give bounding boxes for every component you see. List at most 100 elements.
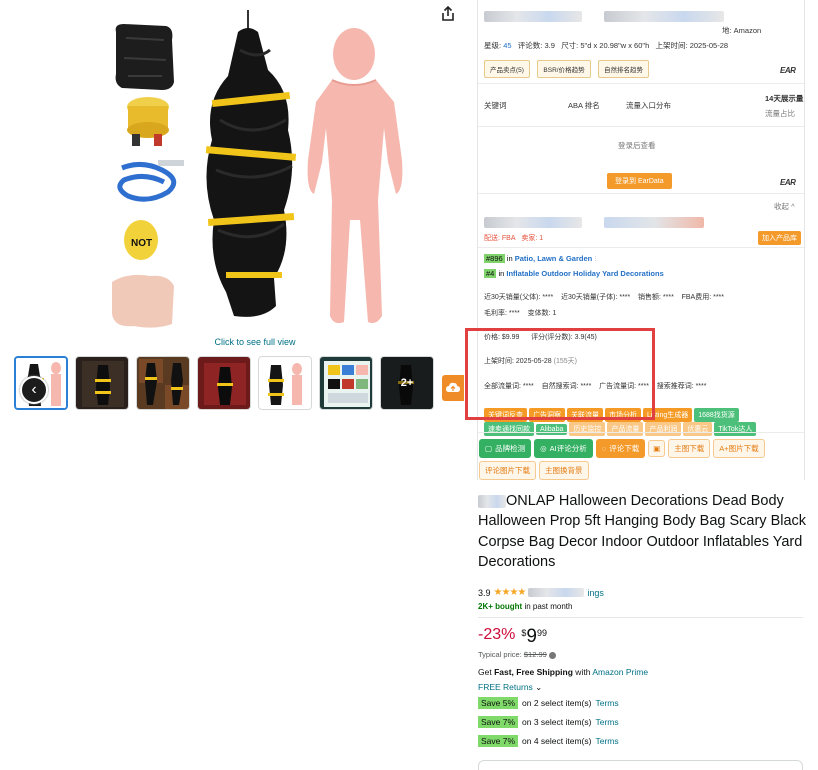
pill-product-profit[interactable]: 产品利润 (645, 422, 682, 436)
pill-aliexpress-same[interactable]: 速卖通找同款 (484, 422, 534, 436)
info-icon[interactable] (548, 651, 556, 659)
col-traffic-share: 流量占比 (765, 109, 795, 118)
pill-history-monitor[interactable]: 历史监控 (569, 422, 606, 436)
more-images-count: 2+ (381, 357, 433, 409)
click-to-see-full-view[interactable]: Click to see full view (200, 337, 310, 347)
save-text: on 2 select item(s) (522, 698, 592, 708)
brand-check-button[interactable]: ▢ 品牌检测 (479, 439, 532, 458)
chevron-up-icon: ^ (791, 202, 795, 211)
aplus-image-download-button[interactable]: A+图片下载 (713, 439, 765, 458)
rank-badge: #896 (484, 254, 505, 263)
bought-in-past-month: 2K+ bought in past month (478, 602, 572, 611)
thumbnail-3[interactable] (136, 356, 190, 410)
pill-alibaba[interactable]: Alibaba (536, 424, 568, 435)
review-image-download-button[interactable]: 评论图片下载 (479, 461, 536, 480)
price: $999 (521, 626, 547, 648)
divider (478, 83, 804, 84)
terms-link[interactable]: Terms (595, 717, 618, 727)
star-rating-icon[interactable]: ★★★★ (494, 587, 527, 598)
action-buttons-row-2: 评论图片下载 主图换背景 (479, 460, 592, 480)
amazon-prime-link[interactable]: Amazon Prime (592, 667, 648, 677)
ear-logo: EAR (780, 66, 796, 75)
rank-category-link[interactable]: Patio, Lawn & Garden (515, 254, 593, 263)
login-eardata-button[interactable]: 登录到 EarData (607, 170, 672, 189)
image-icon: ▣ (653, 444, 661, 453)
save-text: on 3 select item(s) (522, 717, 592, 727)
collapse-toggle[interactable]: 收起 ^ (774, 201, 795, 212)
size-value: 5"d x 20.98"w x 60"h (580, 41, 650, 50)
main-image-background-button[interactable]: 主图换背景 (539, 461, 589, 480)
shipping-info: Get Fast, Free Shipping with Amazon Prim… (478, 667, 648, 677)
rating-value: 3.9 (478, 587, 491, 598)
redacted-text (478, 494, 506, 508)
terms-link[interactable]: Terms (595, 736, 618, 746)
ai-review-button[interactable]: ◎ AI评论分析 (534, 439, 593, 458)
divider (478, 247, 804, 248)
tab-selling-points[interactable]: 产品卖点(5) (484, 60, 530, 78)
main-product-image[interactable]: NOT (108, 10, 408, 332)
sales-stats-line: 近30天销量(父体): **** 近30天销量(子体): **** 销售额: *… (484, 294, 724, 301)
price-fraction: 99 (536, 628, 547, 638)
stars-label: 星级: (484, 41, 502, 50)
save-offer-2: Save 7% on 3 select item(s) Terms (478, 716, 619, 728)
thumbnail-4[interactable] (197, 356, 251, 410)
top-tabs: 产品卖点(5) BSR/价格趋势 自然排名趋势 (484, 59, 652, 78)
redacted-text (604, 217, 705, 229)
thumbnail-5[interactable] (258, 356, 312, 410)
free-returns-label: FREE Returns (478, 682, 533, 692)
save-offer-1: Save 5% on 2 select item(s) Terms (478, 697, 619, 709)
rank-category-link[interactable]: Inflatable Outdoor Holiday Yard Decorati… (506, 269, 663, 278)
chevron-left-icon: ‹ (31, 381, 37, 398)
typical-price-value: $12.99 (523, 650, 547, 659)
cloud-upload-icon (446, 382, 460, 392)
pill-coupon-cloud[interactable]: 优惠云 (683, 422, 713, 436)
ratings-count-link[interactable]: ings (587, 588, 604, 598)
margin-stats-line: 毛利率: **** 变体数: 1 (484, 310, 557, 317)
pill-tiktok-creator[interactable]: TikTok达人 (714, 422, 757, 436)
action-buttons-row-1: ▢ 品牌检测 ◎ AI评论分析 ◌ 评论下载 ▣ 主图下载 A+图片下载 (479, 438, 805, 458)
cloud-upload-tab[interactable] (442, 375, 464, 401)
previous-image-button[interactable]: ‹ (20, 376, 48, 404)
login-hint: 登录后查看 (618, 141, 656, 150)
collapse-label: 收起 (774, 202, 789, 211)
shipping-fast-free: Fast, Free Shipping (494, 667, 573, 677)
save-text: on 4 select item(s) (522, 736, 592, 746)
product-title: ONLAP Halloween Decorations Dead Body Ha… (478, 491, 808, 573)
thumbnail-2[interactable] (75, 356, 129, 410)
tool-pills-row-2: 速卖通找同款 Alibaba 历史监控 产品流量 产品利润 优惠云 TikTok达人 (484, 418, 804, 436)
tab-bsr-price-trend[interactable]: BSR/价格趋势 (537, 60, 591, 78)
rank-row-1: #896 in Patio, Lawn & Garden ⫶ (484, 254, 596, 264)
price-row: -23% $999 (478, 626, 547, 648)
terms-link[interactable]: Terms (595, 698, 618, 708)
add-to-product-pool-button[interactable]: 加入产品库 (758, 231, 801, 245)
main-image-download-button[interactable]: 主图下载 (668, 439, 711, 458)
rank-in: in (506, 254, 513, 263)
pill-product-traffic[interactable]: 产品流量 (607, 422, 644, 436)
review-download-button[interactable]: ◌ 评论下载 (595, 439, 646, 458)
divider (478, 617, 803, 618)
size-label: 尺寸: (561, 41, 579, 50)
rank-in: in (498, 269, 505, 278)
bought-count: 2K+ bought (478, 602, 523, 611)
shield-icon: ▢ (485, 444, 493, 453)
review-value: 3.9 (544, 41, 555, 50)
save-badge: Save 7% (478, 735, 519, 747)
ai-icon: ◎ (540, 444, 547, 453)
chevron-down-icon: ⌄ (535, 682, 543, 692)
thumbnail-6[interactable] (319, 356, 373, 410)
share-icon[interactable] (440, 6, 456, 22)
highlight-box (465, 328, 655, 420)
comment-icon: ◌ (601, 444, 607, 453)
thumbnail-7[interactable]: 2+ (380, 356, 434, 410)
tab-organic-rank-trend[interactable]: 自然排名趋势 (598, 60, 650, 78)
chart-icon[interactable]: ⫶ (594, 254, 596, 263)
product-title-text: ONLAP Halloween Decorations Dead Body Ha… (478, 493, 807, 571)
divider (478, 193, 804, 194)
price-whole: 9 (526, 626, 537, 647)
stars-value[interactable]: 45 (503, 41, 511, 50)
image-icon-button[interactable]: ▣ (648, 440, 666, 457)
save-badge: Save 7% (478, 716, 519, 728)
listed-label: 上架时间: (655, 41, 688, 50)
free-returns-link[interactable]: FREE Returns ⌄ (478, 682, 542, 693)
basic-stats-row: 星级: 45 评论数: 3.9 尺寸: 5"d x 20.98"w x 60"h… (484, 40, 728, 51)
